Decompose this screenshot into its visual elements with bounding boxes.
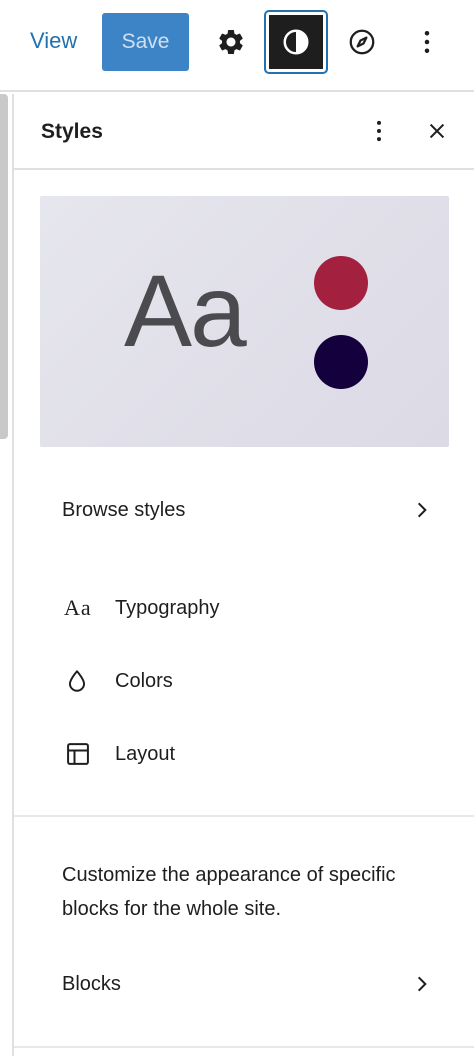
- layout-nav-item[interactable]: Layout: [64, 732, 473, 776]
- half-circle-styles-icon: [283, 29, 309, 55]
- styles-sidebar: Styles Aa Browse styles Aa Typography Co…: [14, 94, 474, 1056]
- browse-styles-label: Browse styles: [62, 498, 186, 521]
- colors-nav-item[interactable]: Colors: [64, 659, 473, 703]
- gear-icon: [219, 29, 243, 54]
- blocks-label: Blocks: [62, 972, 121, 995]
- navigation-button[interactable]: [333, 13, 391, 71]
- preview-color-primary: [314, 256, 368, 310]
- sidebar-header: Styles: [14, 94, 474, 170]
- browse-styles-button[interactable]: Browse styles: [62, 486, 432, 534]
- close-sidebar-button[interactable]: [418, 112, 456, 150]
- preview-color-secondary: [314, 335, 368, 389]
- view-link[interactable]: View: [30, 28, 77, 54]
- editor-toolbar: View Save: [0, 0, 474, 92]
- layout-label: Layout: [115, 742, 176, 765]
- settings-button[interactable]: [202, 13, 260, 71]
- typography-label: Typography: [115, 596, 220, 619]
- section-divider: [14, 815, 474, 817]
- colors-label: Colors: [115, 669, 173, 692]
- close-icon: [429, 123, 445, 139]
- chevron-right-icon: [417, 502, 427, 518]
- chevron-right-icon: [417, 976, 427, 992]
- layout-icon: [64, 738, 100, 770]
- more-vertical-icon: [424, 31, 430, 53]
- preview-sample-text: Aa: [124, 254, 247, 368]
- scrollbar-thumb[interactable]: [0, 94, 8, 439]
- typography-nav-item[interactable]: Aa Typography: [64, 586, 473, 630]
- options-button[interactable]: [398, 13, 456, 71]
- editor-canvas-scrollbar[interactable]: [0, 94, 14, 1056]
- save-button[interactable]: Save: [102, 13, 189, 71]
- style-preview[interactable]: Aa: [40, 196, 449, 447]
- blocks-button[interactable]: Blocks: [62, 960, 432, 1008]
- blocks-description: Customize the appearance of specific blo…: [62, 864, 396, 920]
- styles-more-options-button[interactable]: [360, 112, 398, 150]
- section-divider: [14, 1046, 474, 1048]
- styles-toggle-button[interactable]: [264, 10, 328, 74]
- sidebar-title: Styles: [41, 120, 103, 143]
- compass-icon: [349, 29, 375, 55]
- more-vertical-icon: [377, 120, 381, 142]
- typography-icon: Aa: [64, 595, 92, 620]
- droplet-icon: [64, 665, 100, 697]
